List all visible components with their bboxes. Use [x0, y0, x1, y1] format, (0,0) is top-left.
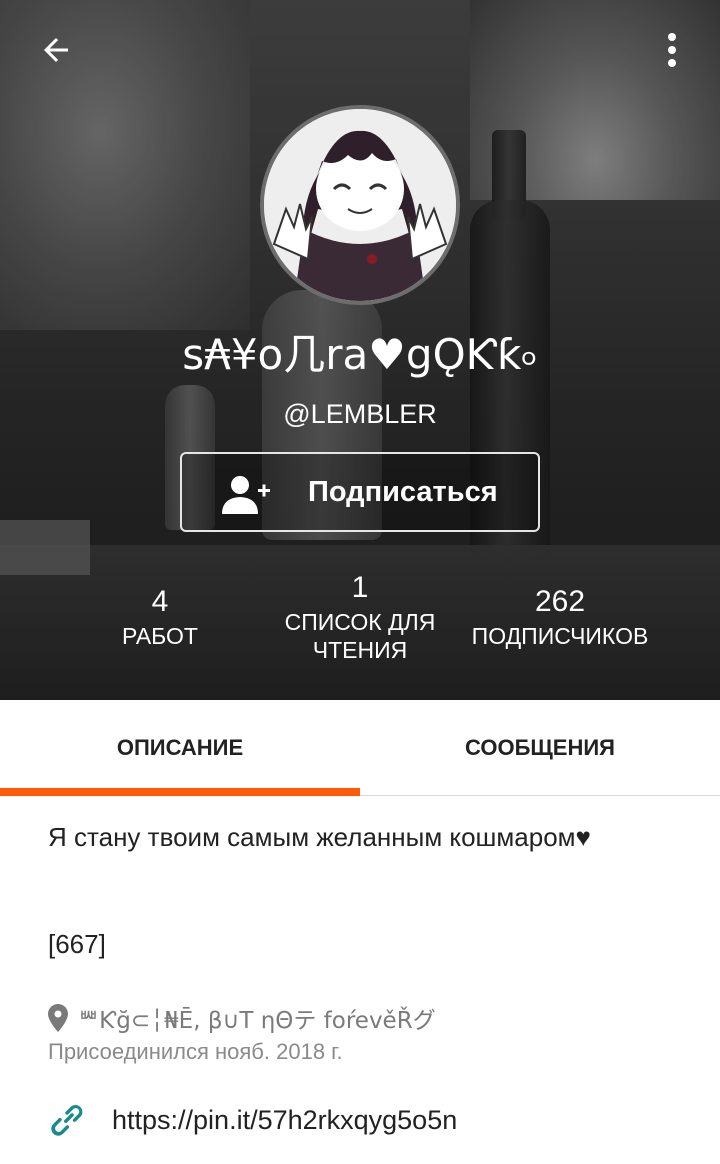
add-user-icon: [222, 476, 270, 514]
link-icon: [51, 1104, 83, 1136]
joined-date: Присоединился нояб. 2018 г.: [48, 1039, 343, 1064]
stat-works-label: РАБОТ: [122, 623, 198, 649]
follow-label: Подписаться: [308, 476, 498, 508]
profile-link[interactable]: https://pin.it/57h2rkxqyg5o5n: [112, 1105, 457, 1136]
avatar[interactable]: [260, 105, 460, 305]
stat-works-value: 4: [151, 585, 169, 618]
profile-link-row[interactable]: https://pin.it/57h2rkxqyg5o5n: [46, 1096, 457, 1144]
tab-messages[interactable]: СООБЩЕНИЯ: [360, 700, 720, 796]
display-name: s₳¥o几ra♥gǪƘƙ৹: [182, 330, 538, 379]
map-pin-icon: [48, 1004, 68, 1032]
stat-reading-list[interactable]: 1 СПИСОК ДЛЯ ЧТЕНИЯ: [270, 568, 450, 664]
active-tab-indicator: [0, 788, 360, 796]
location-row: ᄤƘğ⊂╎₦Ē, β∪Τ ηΘテ foŕevěŘグ: [48, 1000, 436, 1036]
stat-reading-list-value: 1: [351, 571, 369, 604]
profile-tabs: ОПИСАНИЕ СООБЩЕНИЯ: [0, 700, 720, 796]
tab-about[interactable]: ОПИСАНИЕ: [0, 700, 360, 796]
bio-text: Я стану твоим самым желанным кошмаром♥: [48, 822, 591, 852]
more-options-button[interactable]: [652, 28, 692, 72]
stat-followers-value: 262: [534, 585, 586, 618]
stat-followers-label: ПОДПИСЧИКОВ: [471, 623, 649, 649]
more-vertical-icon: [668, 33, 676, 67]
follow-button[interactable]: Подписаться: [180, 452, 540, 532]
profile-header: s₳¥o几ra♥gǪƘƙ৹ @LEMBLER Подписаться 4 РАБ…: [0, 0, 720, 700]
back-button[interactable]: [34, 30, 78, 70]
stat-works[interactable]: 4 РАБОТ: [80, 582, 240, 650]
bio-code: [667]: [48, 929, 106, 959]
avatar-illustration: [264, 109, 456, 301]
location-text: ᄤƘğ⊂╎₦Ē, β∪Τ ηΘテ foŕevěŘグ: [78, 1008, 436, 1034]
username: @LEMBLER: [283, 399, 437, 429]
arrow-left-icon: [44, 38, 68, 62]
stat-followers[interactable]: 262 ПОДПИСЧИКОВ: [460, 582, 660, 650]
stat-reading-list-label: СПИСОК ДЛЯ ЧТЕНИЯ: [284, 609, 436, 663]
